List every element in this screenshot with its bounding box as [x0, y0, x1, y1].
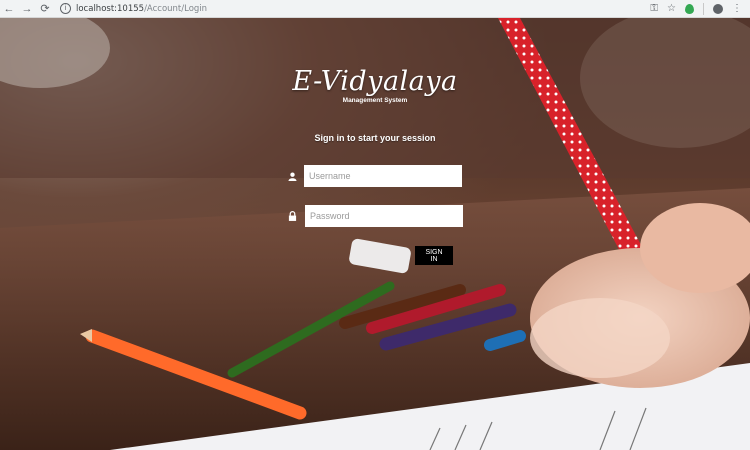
sign-in-button[interactable]: SIGN IN — [415, 246, 453, 265]
address-bar[interactable]: i localhost:10155/Account/Login — [60, 2, 207, 16]
brand-logo: E-Vidyalaya — [292, 66, 458, 97]
profile-icon[interactable] — [713, 3, 723, 14]
toolbar-divider — [703, 2, 704, 15]
menu-icon[interactable]: ⋮ — [732, 3, 742, 14]
lock-icon — [286, 210, 298, 222]
info-icon[interactable]: i — [60, 3, 71, 14]
login-background: E-Vidyalaya Management System Sign in to… — [0, 18, 750, 450]
url-path: /Account/Login — [144, 3, 208, 14]
url-host: localhost:10155 — [76, 3, 145, 14]
star-icon[interactable]: ☆ — [667, 3, 676, 14]
extension-icon[interactable] — [685, 3, 694, 14]
browser-toolbar: ← → ⟳ i localhost:10155/Account/Login ⚿ … — [0, 0, 750, 18]
reload-icon[interactable]: ⟳ — [36, 0, 54, 18]
username-input[interactable] — [304, 165, 462, 187]
back-icon[interactable]: ← — [0, 0, 18, 18]
key-icon[interactable]: ⚿ — [650, 3, 658, 14]
login-heading: Sign in to start your session — [314, 133, 436, 143]
brand-subtitle: Management System — [342, 97, 408, 104]
password-input[interactable] — [305, 205, 463, 227]
forward-icon[interactable]: → — [18, 0, 36, 18]
user-icon — [286, 170, 298, 182]
username-row — [286, 165, 462, 187]
password-row — [286, 205, 463, 227]
